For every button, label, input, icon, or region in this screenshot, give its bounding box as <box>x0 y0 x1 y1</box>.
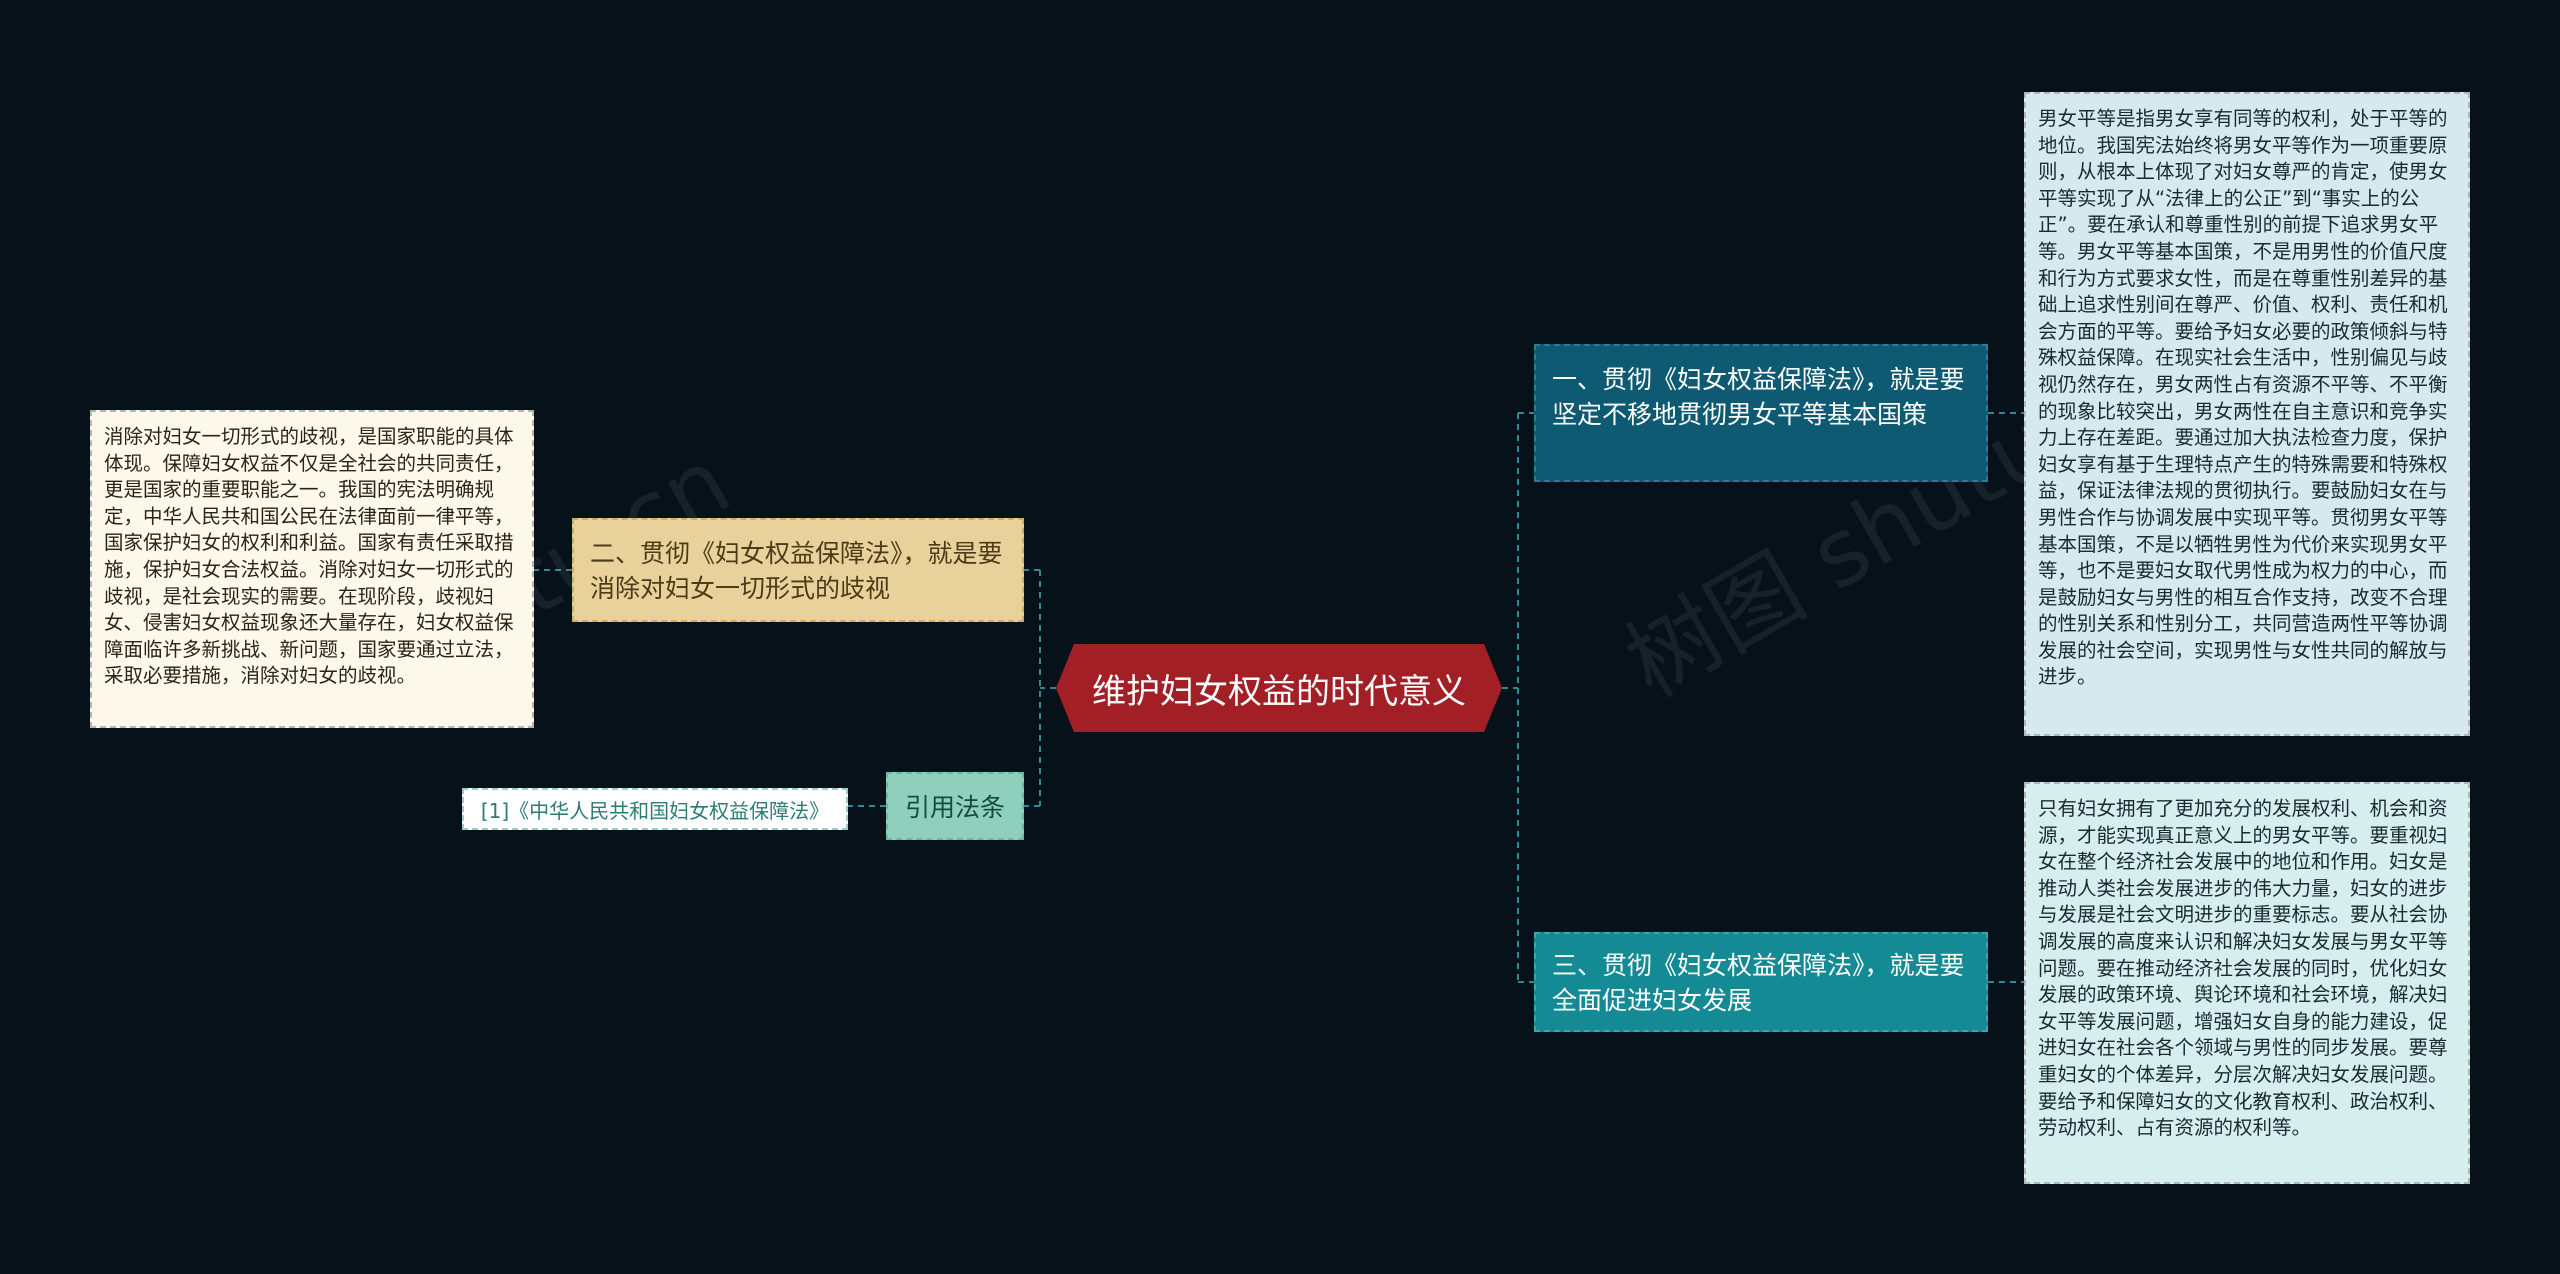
root-topic[interactable]: 维护妇女权益的时代意义 <box>1056 644 1502 732</box>
branch-citation-label: 引用法条 <box>904 793 1005 822</box>
branch-two-label: 二、贯彻《妇女权益保障法》，就是要消除对妇女一切形式的歧视 <box>590 539 1003 603</box>
branch-one-detail-text: 男女平等是指男女享有同等的权利，处于平等的地位。我国宪法始终将男女平等作为一项重… <box>2038 107 2448 689</box>
branch-one[interactable]: 一、贯彻《妇女权益保障法》，就是要坚定不移地贯彻男女平等基本国策 <box>1534 344 1988 482</box>
branch-three-label: 三、贯彻《妇女权益保障法》，就是要全面促进妇女发展 <box>1552 951 1965 1015</box>
root-topic-label: 维护妇女权益的时代意义 <box>1092 671 1466 712</box>
mindmap-canvas: shutu.cn 树图 shutu 维护妇女权益的时代意义 一、贯彻《妇女权益保… <box>0 0 2560 1274</box>
citation-detail-text: [1]《中华人民共和国妇女权益保障法》 <box>480 798 830 823</box>
citation-detail[interactable]: [1]《中华人民共和国妇女权益保障法》 <box>462 788 848 830</box>
branch-two-detail[interactable]: 消除对妇女一切形式的歧视，是国家职能的具体体现。保障妇女权益不仅是全社会的共同责… <box>90 410 534 728</box>
branch-one-label: 一、贯彻《妇女权益保障法》，就是要坚定不移地贯彻男女平等基本国策 <box>1552 365 1965 429</box>
branch-three-detail-text: 只有妇女拥有了更加充分的发展权利、机会和资源，才能实现真正意义上的男女平等。要重… <box>2038 797 2448 1140</box>
branch-three-detail[interactable]: 只有妇女拥有了更加充分的发展权利、机会和资源，才能实现真正意义上的男女平等。要重… <box>2024 782 2470 1184</box>
branch-two-detail-text: 消除对妇女一切形式的歧视，是国家职能的具体体现。保障妇女权益不仅是全社会的共同责… <box>104 425 514 688</box>
branch-citation[interactable]: 引用法条 <box>886 772 1024 840</box>
branch-one-detail[interactable]: 男女平等是指男女享有同等的权利，处于平等的地位。我国宪法始终将男女平等作为一项重… <box>2024 92 2470 736</box>
branch-two[interactable]: 二、贯彻《妇女权益保障法》，就是要消除对妇女一切形式的歧视 <box>572 518 1024 622</box>
branch-three[interactable]: 三、贯彻《妇女权益保障法》，就是要全面促进妇女发展 <box>1534 932 1988 1032</box>
